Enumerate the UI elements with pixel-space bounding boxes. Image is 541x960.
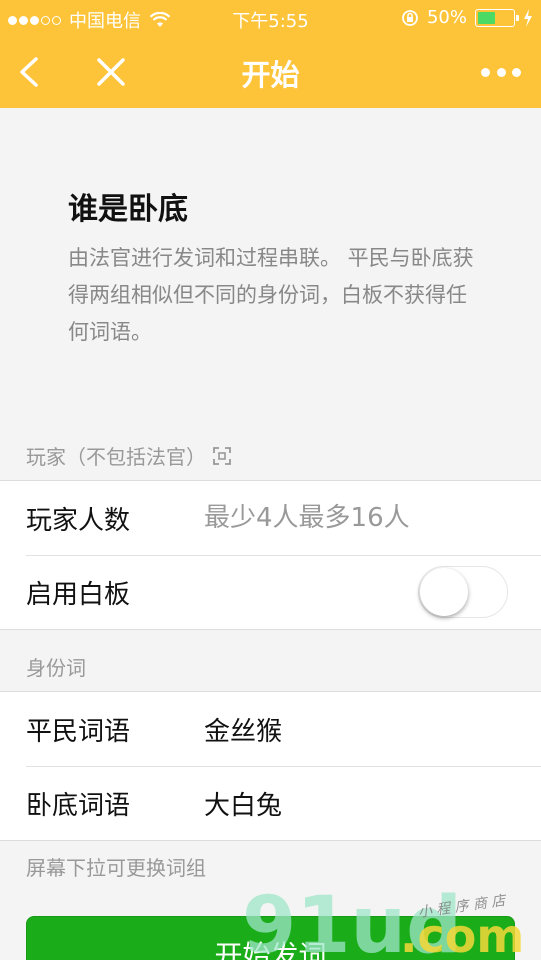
words-header-label: 身份词 xyxy=(26,656,86,680)
scan-icon xyxy=(213,446,231,465)
players-header-label: 玩家（不包括法官） xyxy=(26,445,206,469)
player-count-cell: 玩家人数 xyxy=(0,481,541,555)
undercover-word-label: 卧底词语 xyxy=(26,790,131,821)
blank-toggle-switch[interactable] xyxy=(418,566,508,618)
players-cell-group: 玩家人数 启用白板 xyxy=(0,480,541,630)
civilian-word-cell[interactable]: 平民词语 金丝猴 xyxy=(0,692,541,766)
undercover-word-value: 大白兔 xyxy=(204,790,283,821)
battery-fill xyxy=(478,11,495,24)
blank-toggle-label: 启用白板 xyxy=(26,579,131,610)
status-bar: 中国电信 下午5:55 50% xyxy=(0,0,541,36)
game-title: 谁是卧底 xyxy=(68,192,188,227)
battery-icon xyxy=(475,8,519,27)
battery-percent: 50% xyxy=(426,7,467,28)
civilian-word-label: 平民词语 xyxy=(26,716,131,747)
page-title: 开始 xyxy=(241,58,300,92)
civilian-word-value: 金丝猴 xyxy=(204,716,283,747)
switch-knob xyxy=(420,568,468,616)
top-bar: 中国电信 下午5:55 50% 开始 xyxy=(0,0,541,108)
player-count-input[interactable] xyxy=(204,503,504,533)
more-options-button[interactable] xyxy=(481,58,521,86)
words-section-header: 身份词 xyxy=(26,652,86,681)
pull-down-hint: 屏幕下拉可更换词组 xyxy=(26,856,206,880)
players-section-header: 玩家（不包括法官） xyxy=(26,441,232,470)
back-button[interactable] xyxy=(14,52,44,92)
more-dots-icon xyxy=(481,67,490,77)
orientation-lock-icon xyxy=(402,9,418,26)
game-description: 由法官进行发词和过程串联。 平民与卧底获得两组相似但不同的身份词，白板不获得任何… xyxy=(68,246,474,344)
chevron-left-icon xyxy=(20,57,38,87)
charging-bolt-icon xyxy=(524,8,532,27)
blank-toggle-cell: 启用白板 xyxy=(0,555,541,629)
start-dealing-button[interactable]: 开始发词 xyxy=(26,916,515,960)
words-cell-group: 平民词语 金丝猴 卧底词语 大白兔 xyxy=(0,691,541,841)
player-count-label: 玩家人数 xyxy=(26,505,131,536)
close-button[interactable] xyxy=(94,54,128,90)
undercover-word-cell[interactable]: 卧底词语 大白兔 xyxy=(0,766,541,840)
navigation-bar: 开始 xyxy=(0,36,541,108)
close-icon xyxy=(97,58,125,86)
status-right: 50% xyxy=(401,7,533,28)
